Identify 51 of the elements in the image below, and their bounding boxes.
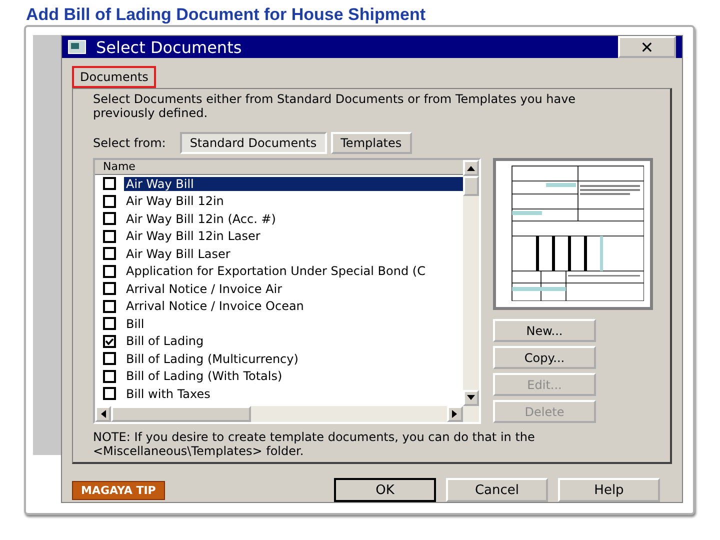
select-from-label: Select from: <box>93 136 166 150</box>
checkbox[interactable] <box>103 282 116 296</box>
document-name[interactable]: Application for Exportation Under Special Bond (C <box>124 264 428 278</box>
source-tab[interactable]: Standard Documents <box>180 132 327 154</box>
checkbox[interactable] <box>103 370 116 383</box>
checkbox[interactable] <box>103 194 116 208</box>
slide-title: Add Bill of Lading Document for House Shipment <box>25 4 426 25</box>
document-name[interactable]: Arrival Notice / Invoice Ocean <box>124 299 306 314</box>
document-name[interactable]: Air Way Bill Laser <box>124 246 232 261</box>
tip-badge[interactable]: MAGAYA TIP <box>72 480 165 500</box>
checkbox[interactable] <box>103 317 116 330</box>
checkbox[interactable] <box>103 177 116 190</box>
document-name[interactable]: Arrival Notice / Invoice Air <box>124 282 284 296</box>
checkbox[interactable] <box>103 334 116 348</box>
template-button[interactable]: Copy... <box>493 346 596 369</box>
checkbox[interactable] <box>103 212 116 226</box>
template-button[interactable]: New... <box>493 319 596 342</box>
document-name[interactable]: Bill with Taxes <box>124 386 212 401</box>
document-name[interactable]: Air Way Bill 12in <box>124 194 226 208</box>
checkbox[interactable] <box>103 247 116 260</box>
checkbox[interactable] <box>103 387 116 400</box>
document-name[interactable]: Bill of Lading (Multicurrency) <box>124 352 300 366</box>
source-tab[interactable]: Templates <box>330 132 412 154</box>
dialog-button[interactable]: Help <box>558 478 660 502</box>
close-button[interactable]: ✕ <box>618 36 676 58</box>
window-icon <box>68 40 86 54</box>
right-arrow-icon <box>452 410 458 418</box>
checkbox[interactable] <box>103 300 116 313</box>
document-name[interactable]: Air Way Bill <box>124 176 463 191</box>
checkbox[interactable] <box>103 264 116 278</box>
horizontal-scrollbar[interactable] <box>95 406 479 422</box>
checkbox[interactable] <box>103 230 116 243</box>
document-name[interactable]: Bill of Lading (With Totals) <box>124 369 284 384</box>
group-label: Documents <box>72 66 156 88</box>
down-arrow-icon <box>467 395 475 401</box>
window-title: Select Documents <box>96 38 243 56</box>
intro-text: Select Documents either from Standard Documents or from Templates you have previously defined. <box>93 92 577 120</box>
scroll-thumb[interactable] <box>111 406 251 422</box>
dialog-button[interactable]: OK <box>334 478 436 502</box>
note-text: NOTE: If you desire to create template documents, you can do that in the <Miscellaneous\Templates> folder. <box>93 430 536 458</box>
vertical-scrollbar[interactable] <box>463 160 479 406</box>
document-name[interactable]: Bill <box>124 316 146 331</box>
dialog-button[interactable]: Cancel <box>446 478 548 502</box>
up-arrow-icon <box>467 165 475 171</box>
checkbox[interactable] <box>103 352 116 366</box>
column-header[interactable]: Name <box>95 160 463 175</box>
left-arrow-icon <box>100 410 106 418</box>
document-name[interactable]: Air Way Bill 12in (Acc. #) <box>124 212 278 226</box>
document-name[interactable]: Bill of Lading <box>124 334 206 348</box>
document-name[interactable]: Air Way Bill 12in Laser <box>124 229 262 244</box>
scroll-thumb[interactable] <box>463 176 479 196</box>
